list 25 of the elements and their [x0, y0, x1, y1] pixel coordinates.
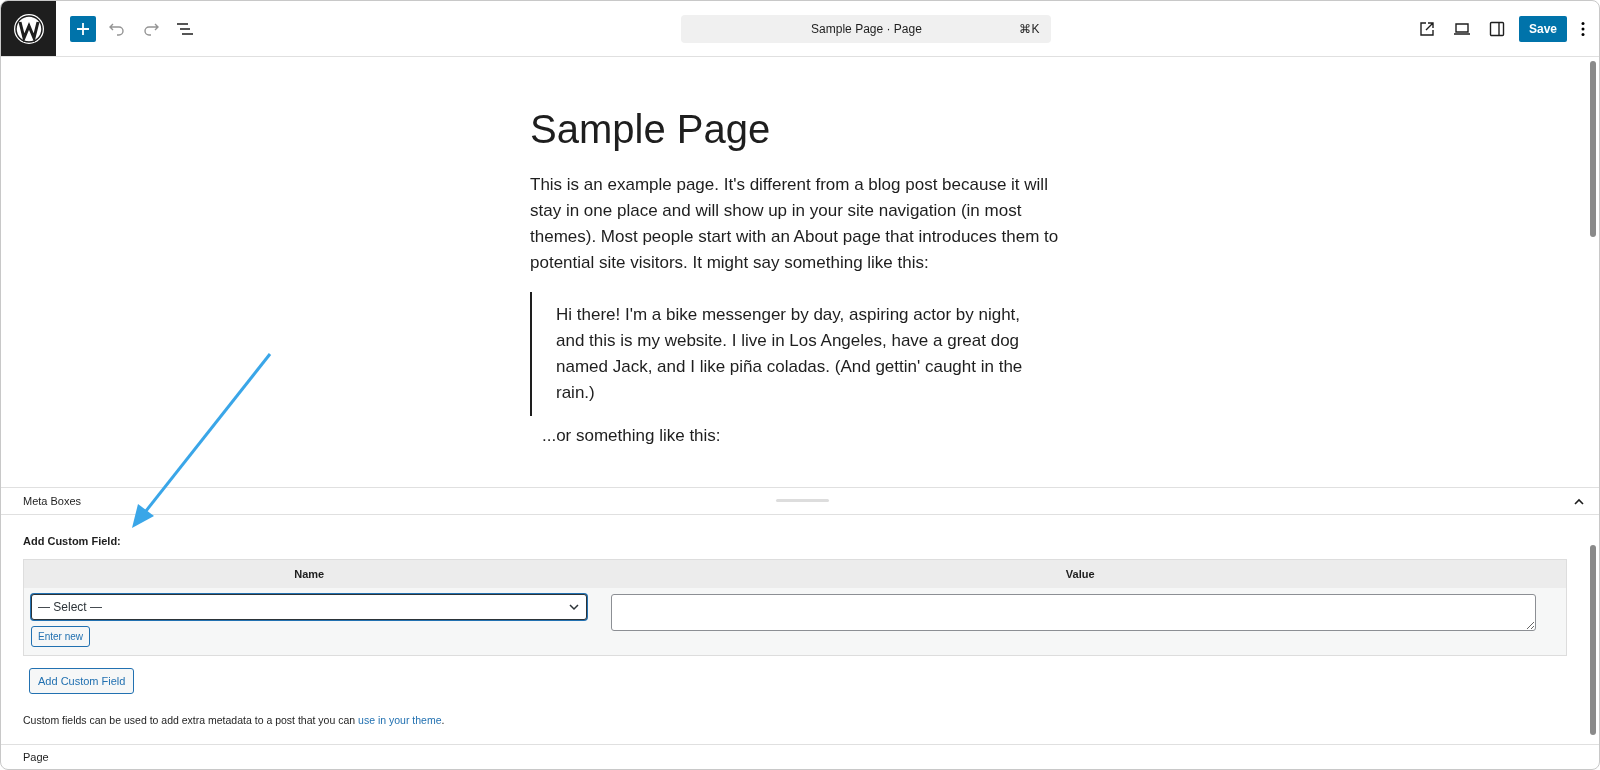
scrollbar[interactable] [1590, 545, 1596, 735]
add-block-button[interactable] [70, 15, 96, 42]
value-field[interactable] [611, 594, 1536, 631]
column-header: Value [594, 559, 1567, 588]
add-custom-field-button[interactable]: Add Custom Field [29, 668, 135, 694]
panel-title: Meta Boxes [23, 495, 82, 507]
name-select[interactable]: — Select — [31, 594, 588, 620]
page-title: Sample Page [530, 107, 772, 152]
scrollbar[interactable] [1590, 61, 1596, 237]
section-title: Add Custom Field: [23, 535, 122, 547]
plus-icon [76, 21, 90, 36]
paragraph: This is an example page. It's different from a blog post because it will stay in one place and will show up in your site navigation (in most themes). Most people start with an About page that introduces them to potential site visitors. It might say something like this: [530, 174, 1060, 274]
column-header: Name [23, 559, 595, 588]
logo-icon[interactable] [1, 1, 56, 56]
chevron-down-icon [568, 603, 581, 611]
shortcut-label: ⌘K [1019, 21, 1040, 36]
save-button[interactable]: Save [1518, 15, 1567, 42]
resize-handle[interactable] [776, 499, 829, 502]
paragraph: ...or something like this: [542, 426, 722, 446]
breadcrumb: Page [23, 751, 49, 763]
command-bar[interactable]: Sample Page · Page ⌘K [681, 14, 1052, 43]
quote-text: Hi there! I'm a bike messenger by day, aspiring actor by night, and this is my website. I live in Los Angeles, have a great dog named Jack, and I like piña coladas. (And gettin' caught in the rain.) [556, 304, 1024, 404]
help-text: Custom fields can be used to add extra metadata to a post that you can use in your theme. [23, 714, 446, 726]
enter-new-button[interactable]: Enter new [31, 626, 91, 647]
theme-link[interactable]: use in your theme [358, 714, 442, 726]
